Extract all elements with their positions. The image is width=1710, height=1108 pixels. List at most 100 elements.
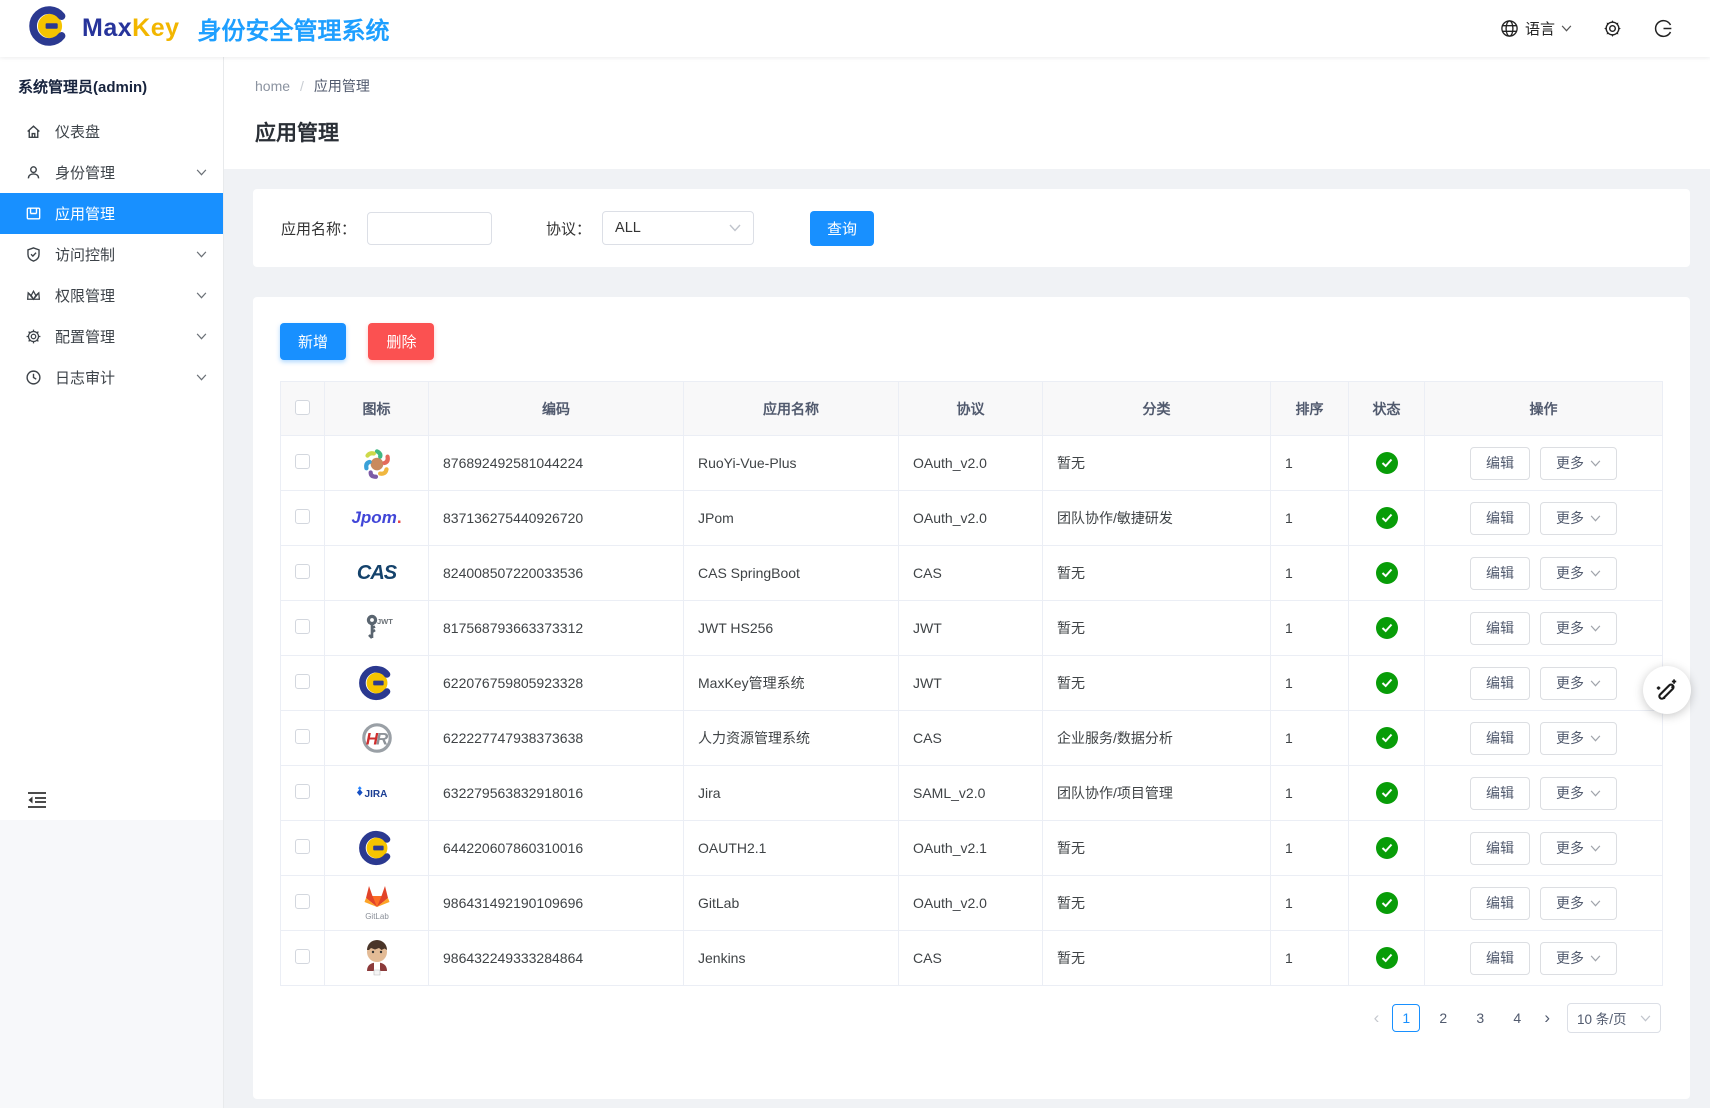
more-button[interactable]: 更多 xyxy=(1540,612,1617,645)
add-button[interactable]: 新增 xyxy=(280,323,346,360)
sidebar-item-application[interactable]: 应用管理 xyxy=(0,193,223,234)
table-toolbar: 新增 删除 xyxy=(280,323,1663,360)
edit-button[interactable]: 编辑 xyxy=(1470,612,1530,645)
table-row: Jpom.837136275440926720JPomOAuth_v2.0团队协… xyxy=(281,491,1663,546)
chevron-down-icon xyxy=(196,169,207,176)
gear-icon xyxy=(25,328,42,345)
protocol-select[interactable]: ALL xyxy=(602,211,754,245)
applications-table: 图标编码应用名称协议分类排序状态操作 876892492581044224Ruo… xyxy=(280,381,1663,986)
category-cell: 暂无 xyxy=(1043,876,1271,931)
settings-gear-icon[interactable] xyxy=(1602,18,1623,39)
app-name-input[interactable] xyxy=(367,212,492,245)
sort-cell: 1 xyxy=(1271,601,1349,656)
sidebar-item-dashboard[interactable]: 仪表盘 xyxy=(0,111,223,152)
sidebar-item-permission[interactable]: 权限管理 xyxy=(0,275,223,316)
more-button[interactable]: 更多 xyxy=(1540,502,1617,535)
column-header: 分类 xyxy=(1043,382,1271,436)
row-checkbox[interactable] xyxy=(295,509,310,524)
edit-button[interactable]: 编辑 xyxy=(1470,502,1530,535)
crown-icon xyxy=(25,287,42,304)
row-checkbox[interactable] xyxy=(295,619,310,634)
edit-button[interactable]: 编辑 xyxy=(1470,942,1530,975)
row-checkbox[interactable] xyxy=(295,729,310,744)
breadcrumb-home-link[interactable]: home xyxy=(255,78,290,94)
edit-button[interactable]: 编辑 xyxy=(1470,887,1530,920)
row-checkbox[interactable] xyxy=(295,949,310,964)
row-checkbox[interactable] xyxy=(295,454,310,469)
pagination-page-1[interactable]: 1 xyxy=(1392,1004,1420,1032)
sidebar-item-identity[interactable]: 身份管理 xyxy=(0,152,223,193)
app-name-cell: JWT HS256 xyxy=(684,601,899,656)
sidebar-item-label: 配置管理 xyxy=(55,326,115,347)
app-name-cell: OAUTH2.1 xyxy=(684,821,899,876)
row-checkbox[interactable] xyxy=(295,674,310,689)
main-content: home / 应用管理 应用管理 应用名称： 协议： ALL 查询 新增 删除 xyxy=(224,57,1710,1108)
column-header: 排序 xyxy=(1271,382,1349,436)
more-button[interactable]: 更多 xyxy=(1540,447,1617,480)
protocol-cell: JWT xyxy=(899,601,1043,656)
menu-fold-icon[interactable] xyxy=(24,787,50,813)
delete-button[interactable]: 删除 xyxy=(368,323,434,360)
more-button[interactable]: 更多 xyxy=(1540,667,1617,700)
brand-logo-icon xyxy=(28,4,72,53)
category-cell: 暂无 xyxy=(1043,656,1271,711)
breadcrumb-separator: / xyxy=(300,78,304,94)
brand: MaxKey 身份安全管理系统 xyxy=(28,4,390,53)
app-code-cell: 837136275440926720 xyxy=(429,491,684,546)
chevron-down-icon xyxy=(196,333,207,340)
edit-button[interactable]: 编辑 xyxy=(1470,832,1530,865)
select-all-checkbox[interactable] xyxy=(295,400,310,415)
pagination-page-2[interactable]: 2 xyxy=(1429,1004,1457,1032)
row-checkbox[interactable] xyxy=(295,564,310,579)
more-button[interactable]: 更多 xyxy=(1540,777,1617,810)
sidebar-item-label: 仪表盘 xyxy=(55,121,100,142)
clock-icon xyxy=(25,369,42,386)
app-logo-maxkey-icon xyxy=(354,827,400,869)
sort-cell: 1 xyxy=(1271,546,1349,601)
page-title: 应用管理 xyxy=(255,117,1710,147)
pagination-next-icon[interactable]: › xyxy=(1540,1008,1554,1028)
edit-button[interactable]: 编辑 xyxy=(1470,722,1530,755)
pagination-page-4[interactable]: 4 xyxy=(1503,1004,1531,1032)
magic-wand-icon xyxy=(1654,677,1680,703)
pagination-prev-icon[interactable]: ‹ xyxy=(1370,1008,1384,1028)
protocol-cell: OAuth_v2.0 xyxy=(899,436,1043,491)
select-all-header-cell xyxy=(281,382,325,436)
app-name-cell: 人力资源管理系统 xyxy=(684,711,899,766)
row-checkbox[interactable] xyxy=(295,784,310,799)
logout-icon[interactable] xyxy=(1653,18,1674,39)
language-menu[interactable]: 语言 xyxy=(1500,18,1572,39)
chevron-down-icon xyxy=(1590,515,1601,522)
row-checkbox[interactable] xyxy=(295,839,310,854)
search-button[interactable]: 查询 xyxy=(810,211,874,246)
category-cell: 暂无 xyxy=(1043,931,1271,986)
app-code-cell: 817568793663373312 xyxy=(429,601,684,656)
category-cell: 暂无 xyxy=(1043,821,1271,876)
app-name-cell: JPom xyxy=(684,491,899,546)
more-button[interactable]: 更多 xyxy=(1540,722,1617,755)
app-code-cell: 622227747938373638 xyxy=(429,711,684,766)
edit-button[interactable]: 编辑 xyxy=(1470,557,1530,590)
more-button[interactable]: 更多 xyxy=(1540,557,1617,590)
sidebar-item-audit[interactable]: 日志审计 xyxy=(0,357,223,398)
edit-button[interactable]: 编辑 xyxy=(1470,777,1530,810)
sidebar-item-access[interactable]: 访问控制 xyxy=(0,234,223,275)
edit-button[interactable]: 编辑 xyxy=(1470,447,1530,480)
app-code-cell: 876892492581044224 xyxy=(429,436,684,491)
more-button[interactable]: 更多 xyxy=(1540,887,1617,920)
table-row: HR622227747938373638人力资源管理系统CAS企业服务/数据分析… xyxy=(281,711,1663,766)
floating-tool-button[interactable] xyxy=(1643,666,1691,714)
protocol-cell: SAML_v2.0 xyxy=(899,766,1043,821)
sidebar-item-config[interactable]: 配置管理 xyxy=(0,316,223,357)
svg-text:JIRA: JIRA xyxy=(364,789,387,800)
filter-panel: 应用名称： 协议： ALL 查询 xyxy=(253,189,1690,267)
chevron-down-icon xyxy=(1590,900,1601,907)
page-size-select[interactable]: 10 条/页 xyxy=(1567,1003,1661,1033)
app-code-cell: 632279563832918016 xyxy=(429,766,684,821)
more-button[interactable]: 更多 xyxy=(1540,942,1617,975)
pagination-page-3[interactable]: 3 xyxy=(1466,1004,1494,1032)
row-checkbox[interactable] xyxy=(295,894,310,909)
chevron-down-icon xyxy=(1590,680,1601,687)
edit-button[interactable]: 编辑 xyxy=(1470,667,1530,700)
more-button[interactable]: 更多 xyxy=(1540,832,1617,865)
